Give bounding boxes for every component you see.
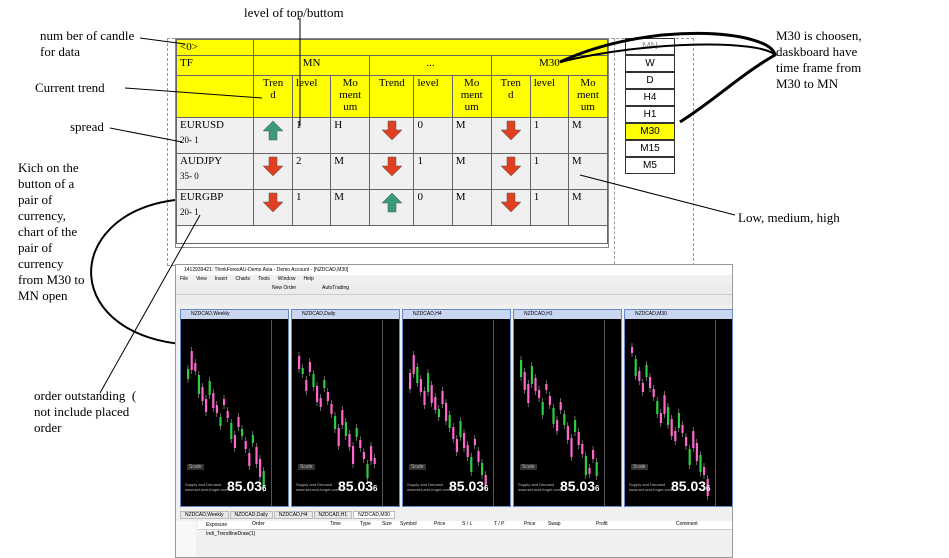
scale-button[interactable]: Scale — [520, 464, 537, 470]
menu-item[interactable]: Charts — [235, 276, 250, 282]
terminal-header: Order Time Type Size Symbol Price S / L T / P Pr… — [198, 521, 732, 530]
price-axis — [271, 320, 288, 506]
menu-item[interactable]: File — [180, 276, 188, 282]
chart-title: NZDCAD,Weekly — [181, 310, 288, 319]
scale-button[interactable]: Scale — [187, 464, 204, 470]
source-text: Supply and Demand www.set-and-forget.com — [629, 482, 673, 492]
price-display: 85.036 — [560, 478, 600, 494]
terminal-column: Price — [524, 521, 536, 527]
terminal-column: Comment — [676, 521, 698, 527]
scale-button[interactable]: Scale — [631, 464, 648, 470]
platform-title: 1412939421: ThinkForexAU-Demo Asia - Dem… — [176, 265, 732, 275]
price-display: 85.036 — [227, 478, 267, 494]
menu-item[interactable]: Window — [278, 276, 296, 282]
scale-button[interactable]: Scale — [298, 464, 315, 470]
terminal-column: Order — [252, 521, 265, 527]
price-display: 85.036 — [449, 478, 489, 494]
menu-item[interactable]: Tools — [258, 276, 270, 282]
candlestick-chart — [409, 351, 487, 490]
terminal-column: Price — [434, 521, 446, 527]
chart-tab[interactable]: NZDCAD,M30 — [353, 511, 396, 519]
terminal-column: T / P — [494, 521, 505, 527]
chart-tab[interactable]: NZDCAD,H4 — [273, 511, 313, 519]
source-text: Supply and Demand www.set-and-forget.com — [185, 482, 229, 492]
terminal-column: Time — [330, 521, 341, 527]
terminal-column: Symbol — [400, 521, 417, 527]
scale-button[interactable]: Scale — [409, 464, 426, 470]
chart-tab[interactable]: NZDCAD,Weekly — [180, 511, 229, 519]
price-axis — [493, 320, 510, 506]
chart-window[interactable]: NZDCAD,H1 Scale Supply and Demand www.set-… — [513, 309, 622, 507]
terminal-column: Size — [382, 521, 392, 527]
candlestick-chart — [631, 343, 709, 500]
candlestick-chart — [520, 356, 598, 480]
chart-tabs: NZDCAD,Weekly NZDCAD,Daily NZDCAD,H4 NZDCAD… — [180, 511, 396, 519]
chart-window[interactable]: NZDCAD,Weekly Scale Supply and Demand www.… — [180, 309, 289, 507]
chart-window[interactable]: NZDCAD,M30 Scale Supply and Demand www.set… — [624, 309, 733, 507]
chart-window[interactable]: NZDCAD,Daily Scale Supply and Demand www.s… — [291, 309, 400, 507]
navigator-panel — [176, 521, 196, 557]
chart-tab[interactable]: NZDCAD,H1 — [313, 511, 353, 519]
chart-title: NZDCAD,M30 — [625, 310, 732, 319]
chart-title: NZDCAD,Daily — [292, 310, 399, 319]
chart-window[interactable]: NZDCAD,H4 Scale Supply and Demand www.set-… — [402, 309, 511, 507]
price-axis — [382, 320, 399, 506]
terminal-column: Type — [360, 521, 371, 527]
menu-item[interactable]: Help — [304, 276, 314, 282]
menu-item[interactable]: Insert — [215, 276, 228, 282]
trading-platform-window: 1412939421: ThinkForexAU-Demo Asia - Dem… — [175, 264, 733, 558]
candlestick-chart — [187, 347, 265, 492]
toolbar-2 — [176, 295, 732, 305]
nav-item[interactable]: Exposure — [206, 522, 227, 528]
terminal-column: S / L — [462, 521, 473, 527]
autotrading-button[interactable]: AutoTrading — [322, 285, 349, 291]
terminal-column: Swap — [548, 521, 561, 527]
terminal-column: Profit — [596, 521, 608, 527]
toolbar: New Order AutoTrading — [176, 283, 732, 295]
candlestick-chart — [298, 352, 376, 482]
source-text: Supply and Demand www.set-and-forget.com — [296, 482, 340, 492]
chart-title: NZDCAD,H4 — [403, 310, 510, 319]
menu-item[interactable]: View — [196, 276, 207, 282]
nav-item[interactable]: Indi_TrendlineDraw(1) — [206, 531, 255, 537]
chart-title: NZDCAD,H1 — [514, 310, 621, 319]
price-display: 85.036 — [671, 478, 711, 494]
price-axis — [715, 320, 732, 506]
price-axis — [604, 320, 621, 506]
menu-bar: File View Insert Charts Tools Window Help — [176, 275, 732, 283]
chart-tab[interactable]: NZDCAD,Daily — [229, 511, 273, 519]
price-display: 85.036 — [338, 478, 378, 494]
source-text: Supply and Demand www.set-and-forget.com — [407, 482, 451, 492]
source-text: Supply and Demand www.set-and-forget.com — [518, 482, 562, 492]
new-order-button[interactable]: New Order — [272, 285, 296, 291]
